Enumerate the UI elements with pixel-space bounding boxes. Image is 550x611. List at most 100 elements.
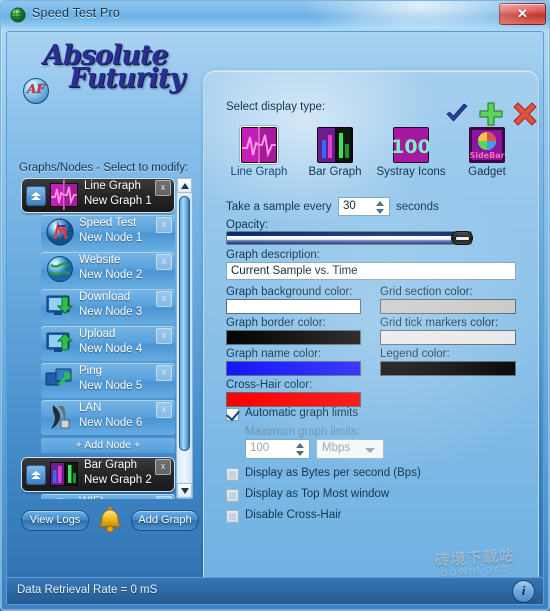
sidebar-gadget-tile: SideBar [469, 127, 505, 163]
display-type-gadget[interactable]: SideBar Gadget [449, 127, 525, 178]
line-graph-icon [49, 180, 79, 210]
list-item-node-download[interactable]: Download New Node 3 x [21, 288, 175, 325]
collapse-toggle-icon[interactable] [26, 465, 46, 485]
ping-icon [45, 365, 75, 395]
select-display-type-label: Select display type: [226, 101, 326, 113]
list-item-graph-bar-graph[interactable]: Bar Graph New Graph 2 x [21, 456, 175, 493]
graph-description-input[interactable]: Current Sample vs. Time [226, 262, 516, 280]
info-button[interactable]: i [512, 580, 535, 603]
delete-cross-icon[interactable] [512, 101, 538, 127]
crosshair-color-label: Cross-Hair color: [226, 379, 313, 391]
list-item-close-icon[interactable]: x [156, 328, 172, 344]
window-title: Speed Test Pro [32, 6, 121, 20]
spinner-arrows-icon[interactable] [374, 199, 387, 216]
maximum-graph-limits-label: Maximum graph limits: [245, 426, 361, 438]
maximum-graph-limits-spinner[interactable]: 100 [245, 439, 310, 459]
status-text: Data Retrieval Rate = 0 mS [17, 584, 158, 596]
logo-line-2: Futurity [69, 63, 185, 94]
display-type-label: Bar Graph [308, 166, 362, 178]
list-item-title: Download [79, 291, 131, 303]
grid-section-color[interactable] [380, 299, 516, 314]
graph-limits-unit-select[interactable]: Mbps [316, 439, 384, 459]
sample-interval-suffix: seconds [396, 201, 439, 213]
list-item-node-lan[interactable]: LAN New Node 6 x [21, 399, 175, 436]
list-item-title: Speed Test [79, 217, 137, 229]
opacity-label: Opacity: [226, 219, 269, 231]
scroll-down-button[interactable] [177, 483, 192, 498]
grid-tick-markers-color[interactable] [380, 330, 516, 345]
list-item-subtitle: New Graph 2 [84, 474, 152, 486]
graph-background-color[interactable] [226, 299, 361, 314]
legend-color[interactable] [380, 361, 516, 376]
view-logs-button[interactable]: View Logs [21, 510, 89, 531]
list-item-node-speed-test[interactable]: Speed Test New Node 1 x [21, 214, 175, 251]
status-bar: Data Retrieval Rate = 0 mS i [7, 577, 543, 604]
graph-border-color[interactable] [226, 330, 361, 345]
graph-limits-unit-value: Mbps [322, 442, 351, 454]
systray-100-tile: 100 [393, 127, 429, 163]
display-type-line-graph[interactable]: Line Graph [221, 127, 297, 178]
opacity-slider[interactable] [226, 231, 472, 245]
add-node-button[interactable]: + Add Node + [41, 438, 175, 453]
scroll-up-button[interactable] [177, 178, 192, 193]
sample-interval-value: 30 [343, 200, 356, 212]
download-icon [45, 291, 75, 321]
grid-tick-markers-color-label: Grid tick markers color: [380, 317, 499, 329]
collapse-toggle-icon[interactable] [26, 186, 46, 206]
list-item-graph-line-graph[interactable]: Line Graph New Graph 1 x [21, 177, 175, 214]
spinner-down-icon[interactable] [376, 209, 384, 214]
client-area: Absolute Futurity AF Graphs/Nodes - Sele… [6, 31, 544, 605]
sample-interval-spinner[interactable]: 30 [338, 197, 390, 216]
list-item-subtitle: New Node 2 [79, 269, 143, 281]
spinner-arrows-icon[interactable] [294, 441, 307, 459]
apply-check-icon[interactable] [444, 101, 470, 127]
list-item-title: LAN [79, 402, 102, 414]
scrollbar-thumb[interactable] [179, 196, 190, 451]
bar-graph-tile [317, 127, 353, 163]
application-window: Speed Test Pro ✕ Absolute Futurity AF Gr… [0, 0, 550, 611]
globe-icon [10, 7, 26, 23]
list-item-subtitle: New Node 4 [79, 343, 143, 355]
graph-border-color-label: Graph border color: [226, 317, 326, 329]
checkbox-box [226, 468, 239, 481]
graph-name-color[interactable] [226, 361, 361, 376]
spinner-down-icon[interactable] [296, 451, 304, 456]
list-item-close-icon[interactable]: x [156, 365, 172, 381]
list-item-close-icon[interactable]: x [156, 402, 172, 418]
crosshair-color[interactable] [226, 392, 361, 407]
list-item-node-upload[interactable]: Upload New Node 4 x [21, 325, 175, 362]
list-scrollbar[interactable] [176, 177, 193, 499]
logo-badge-text: AF [27, 82, 45, 96]
list-item-close-icon[interactable]: x [155, 459, 171, 475]
close-button[interactable]: ✕ [499, 3, 546, 25]
list-item-close-icon[interactable]: x [156, 217, 172, 233]
list-item-node-wifi[interactable]: WIFI New Node 1 x [21, 493, 175, 499]
display-type-bar-graph[interactable]: Bar Graph [297, 127, 373, 178]
list-item-node-website[interactable]: Website New Node 2 x [21, 251, 175, 288]
spinner-up-icon[interactable] [296, 443, 304, 448]
list-item-subtitle: New Node 3 [79, 306, 143, 318]
graphs-nodes-list: Line Graph New Graph 1 x Speed Test New … [21, 177, 175, 499]
list-item-close-icon[interactable]: x [156, 496, 172, 499]
maximum-graph-limits-value: 100 [250, 442, 270, 454]
chevron-down-icon [365, 448, 375, 453]
list-item-node-ping[interactable]: Ping New Node 5 x [21, 362, 175, 399]
wifi-icon [45, 496, 75, 499]
svg-text:100: 100 [393, 136, 429, 158]
list-item-title: Bar Graph [84, 459, 138, 471]
app-logo: Absolute Futurity AF [15, 38, 205, 124]
checkbox-label: Display as Bytes per second (Bps) [245, 467, 421, 479]
display-type-systray-icons[interactable]: 100 Systray Icons [373, 127, 449, 178]
add-graph-button[interactable]: Add Graph [131, 510, 199, 531]
svg-text:SideBar: SideBar [469, 151, 504, 160]
list-item-close-icon[interactable]: x [156, 254, 172, 270]
checkbox-label: Display as Top Most window [245, 488, 390, 500]
list-item-subtitle: New Node 6 [79, 417, 143, 429]
add-plus-icon[interactable] [478, 101, 504, 127]
spinner-up-icon[interactable] [376, 201, 384, 206]
opacity-slider-thumb[interactable] [451, 231, 473, 245]
graphs-nodes-panel: Line Graph New Graph 1 x Speed Test New … [21, 177, 193, 499]
list-item-close-icon[interactable]: x [155, 180, 171, 196]
list-item-close-icon[interactable]: x [156, 291, 172, 307]
bell-icon[interactable] [97, 506, 123, 533]
